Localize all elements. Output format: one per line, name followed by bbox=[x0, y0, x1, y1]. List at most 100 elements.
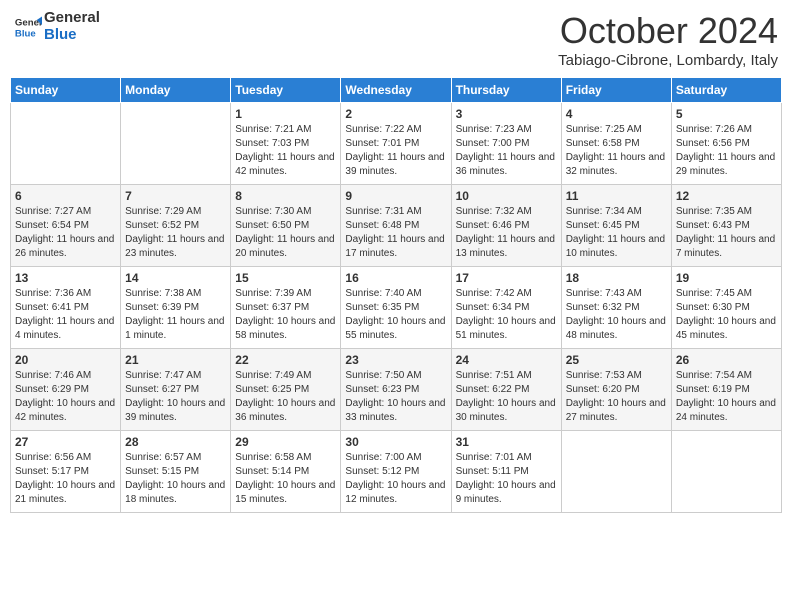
cell-w5-d1: 27 Sunrise: 6:56 AM Sunset: 5:17 PM Dayli… bbox=[11, 431, 121, 513]
day-number: 29 bbox=[235, 435, 336, 449]
col-friday: Friday bbox=[561, 78, 671, 103]
day-info: Sunrise: 7:39 AM Sunset: 6:37 PM Dayligh… bbox=[235, 287, 336, 343]
cell-w5-d3: 29 Sunrise: 6:58 AM Sunset: 5:14 PM Dayli… bbox=[231, 431, 341, 513]
cell-w3-d7: 19Sunrise: 7:45 AM Sunset: 6:30 PM Dayli… bbox=[671, 267, 781, 349]
day-number: 24 bbox=[456, 353, 557, 367]
cell-w2-d7: 12Sunrise: 7:35 AM Sunset: 6:43 PM Dayli… bbox=[671, 185, 781, 267]
day-info: Sunrise: 7:38 AM Sunset: 6:39 PM Dayligh… bbox=[125, 287, 226, 343]
day-number: 11 bbox=[566, 189, 667, 203]
cell-w4-d6: 25Sunrise: 7:53 AM Sunset: 6:20 PM Dayli… bbox=[561, 349, 671, 431]
cell-w1-d5: 3Sunrise: 7:23 AM Sunset: 7:00 PM Daylig… bbox=[451, 103, 561, 185]
cell-w2-d2: 7Sunrise: 7:29 AM Sunset: 6:52 PM Daylig… bbox=[121, 185, 231, 267]
logo: General Blue General Blue bbox=[14, 10, 100, 43]
day-info: Sunrise: 7:32 AM Sunset: 6:46 PM Dayligh… bbox=[456, 205, 557, 261]
cell-w2-d5: 10 Sunrise: 7:32 AM Sunset: 6:46 PM Dayli… bbox=[451, 185, 561, 267]
cell-w5-d2: 28Sunrise: 6:57 AM Sunset: 5:15 PM Dayli… bbox=[121, 431, 231, 513]
col-saturday: Saturday bbox=[671, 78, 781, 103]
cell-w5-d4: 30 Sunrise: 7:00 AM Sunset: 5:12 PM Dayli… bbox=[341, 431, 451, 513]
day-info: Sunrise: 7:25 AM Sunset: 6:58 PM Dayligh… bbox=[566, 123, 667, 179]
day-number: 3 bbox=[456, 107, 557, 121]
day-number: 23 bbox=[345, 353, 446, 367]
day-info: Sunrise: 7:34 AM Sunset: 6:45 PM Dayligh… bbox=[566, 205, 667, 261]
day-number: 9 bbox=[345, 189, 446, 203]
day-number: 30 bbox=[345, 435, 446, 449]
day-number: 6 bbox=[15, 189, 116, 203]
location-title: Tabiago-Cibrone, Lombardy, Italy bbox=[558, 52, 778, 69]
day-number: 21 bbox=[125, 353, 226, 367]
cell-w4-d5: 24 Sunrise: 7:51 AM Sunset: 6:22 PM Dayli… bbox=[451, 349, 561, 431]
day-number: 17 bbox=[456, 271, 557, 285]
col-thursday: Thursday bbox=[451, 78, 561, 103]
week-row-5: 27 Sunrise: 6:56 AM Sunset: 5:17 PM Dayli… bbox=[11, 431, 782, 513]
day-info: Sunrise: 7:30 AM Sunset: 6:50 PM Dayligh… bbox=[235, 205, 336, 261]
day-info: Sunrise: 7:40 AM Sunset: 6:35 PM Dayligh… bbox=[345, 287, 446, 343]
day-info: Sunrise: 7:22 AM Sunset: 7:01 PM Dayligh… bbox=[345, 123, 446, 179]
cell-w1-d6: 4 Sunrise: 7:25 AM Sunset: 6:58 PM Daylig… bbox=[561, 103, 671, 185]
day-info: Sunrise: 7:51 AM Sunset: 6:22 PM Dayligh… bbox=[456, 369, 557, 425]
day-number: 2 bbox=[345, 107, 446, 121]
day-number: 18 bbox=[566, 271, 667, 285]
cell-w5-d7 bbox=[671, 431, 781, 513]
cell-w3-d2: 14 Sunrise: 7:38 AM Sunset: 6:39 PM Dayli… bbox=[121, 267, 231, 349]
col-sunday: Sunday bbox=[11, 78, 121, 103]
day-info: Sunrise: 7:26 AM Sunset: 6:56 PM Dayligh… bbox=[676, 123, 777, 179]
day-info: Sunrise: 7:49 AM Sunset: 6:25 PM Dayligh… bbox=[235, 369, 336, 425]
week-row-3: 13 Sunrise: 7:36 AM Sunset: 6:41 PM Dayli… bbox=[11, 267, 782, 349]
cell-w4-d1: 20Sunrise: 7:46 AM Sunset: 6:29 PM Dayli… bbox=[11, 349, 121, 431]
col-wednesday: Wednesday bbox=[341, 78, 451, 103]
day-number: 8 bbox=[235, 189, 336, 203]
svg-text:General: General bbox=[15, 17, 42, 28]
day-number: 27 bbox=[15, 435, 116, 449]
cell-w3-d4: 16Sunrise: 7:40 AM Sunset: 6:35 PM Dayli… bbox=[341, 267, 451, 349]
cell-w5-d6 bbox=[561, 431, 671, 513]
cell-w1-d2 bbox=[121, 103, 231, 185]
day-number: 7 bbox=[125, 189, 226, 203]
cell-w2-d1: 6Sunrise: 7:27 AM Sunset: 6:54 PM Daylig… bbox=[11, 185, 121, 267]
day-number: 28 bbox=[125, 435, 226, 449]
day-info: Sunrise: 6:56 AM Sunset: 5:17 PM Dayligh… bbox=[15, 451, 116, 507]
cell-w4-d7: 26Sunrise: 7:54 AM Sunset: 6:19 PM Dayli… bbox=[671, 349, 781, 431]
day-number: 12 bbox=[676, 189, 777, 203]
day-number: 4 bbox=[566, 107, 667, 121]
logo-icon: General Blue bbox=[14, 13, 42, 41]
day-info: Sunrise: 7:53 AM Sunset: 6:20 PM Dayligh… bbox=[566, 369, 667, 425]
cell-w2-d6: 11 Sunrise: 7:34 AM Sunset: 6:45 PM Dayli… bbox=[561, 185, 671, 267]
col-monday: Monday bbox=[121, 78, 231, 103]
cell-w3-d6: 18 Sunrise: 7:43 AM Sunset: 6:32 PM Dayli… bbox=[561, 267, 671, 349]
logo-blue: Blue bbox=[44, 26, 77, 43]
header: General Blue General Blue October 2024 T… bbox=[10, 10, 782, 69]
day-number: 22 bbox=[235, 353, 336, 367]
day-info: Sunrise: 7:43 AM Sunset: 6:32 PM Dayligh… bbox=[566, 287, 667, 343]
day-info: Sunrise: 7:31 AM Sunset: 6:48 PM Dayligh… bbox=[345, 205, 446, 261]
day-number: 15 bbox=[235, 271, 336, 285]
cell-w3-d3: 15 Sunrise: 7:39 AM Sunset: 6:37 PM Dayli… bbox=[231, 267, 341, 349]
day-number: 13 bbox=[15, 271, 116, 285]
calendar-table: Sunday Monday Tuesday Wednesday Thursday… bbox=[10, 77, 782, 513]
cell-w4-d4: 23 Sunrise: 7:50 AM Sunset: 6:23 PM Dayli… bbox=[341, 349, 451, 431]
cell-w1-d7: 5 Sunrise: 7:26 AM Sunset: 6:56 PM Daylig… bbox=[671, 103, 781, 185]
cell-w1-d1 bbox=[11, 103, 121, 185]
week-row-1: 1Sunrise: 7:21 AM Sunset: 7:03 PM Daylig… bbox=[11, 103, 782, 185]
day-number: 5 bbox=[676, 107, 777, 121]
day-info: Sunrise: 7:01 AM Sunset: 5:11 PM Dayligh… bbox=[456, 451, 557, 507]
day-number: 1 bbox=[235, 107, 336, 121]
cell-w4-d2: 21 Sunrise: 7:47 AM Sunset: 6:27 PM Dayli… bbox=[121, 349, 231, 431]
cell-w5-d5: 31 Sunrise: 7:01 AM Sunset: 5:11 PM Dayli… bbox=[451, 431, 561, 513]
day-info: Sunrise: 7:47 AM Sunset: 6:27 PM Dayligh… bbox=[125, 369, 226, 425]
day-info: Sunrise: 7:36 AM Sunset: 6:41 PM Dayligh… bbox=[15, 287, 116, 343]
day-info: Sunrise: 6:58 AM Sunset: 5:14 PM Dayligh… bbox=[235, 451, 336, 507]
week-row-4: 20Sunrise: 7:46 AM Sunset: 6:29 PM Dayli… bbox=[11, 349, 782, 431]
day-info: Sunrise: 7:00 AM Sunset: 5:12 PM Dayligh… bbox=[345, 451, 446, 507]
title-area: October 2024 Tabiago-Cibrone, Lombardy, … bbox=[558, 10, 778, 69]
day-info: Sunrise: 7:50 AM Sunset: 6:23 PM Dayligh… bbox=[345, 369, 446, 425]
cell-w3-d5: 17Sunrise: 7:42 AM Sunset: 6:34 PM Dayli… bbox=[451, 267, 561, 349]
day-number: 31 bbox=[456, 435, 557, 449]
day-number: 10 bbox=[456, 189, 557, 203]
day-info: Sunrise: 7:54 AM Sunset: 6:19 PM Dayligh… bbox=[676, 369, 777, 425]
day-number: 14 bbox=[125, 271, 226, 285]
week-row-2: 6Sunrise: 7:27 AM Sunset: 6:54 PM Daylig… bbox=[11, 185, 782, 267]
cell-w1-d4: 2 Sunrise: 7:22 AM Sunset: 7:01 PM Daylig… bbox=[341, 103, 451, 185]
col-tuesday: Tuesday bbox=[231, 78, 341, 103]
day-info: Sunrise: 7:45 AM Sunset: 6:30 PM Dayligh… bbox=[676, 287, 777, 343]
header-row: Sunday Monday Tuesday Wednesday Thursday… bbox=[11, 78, 782, 103]
